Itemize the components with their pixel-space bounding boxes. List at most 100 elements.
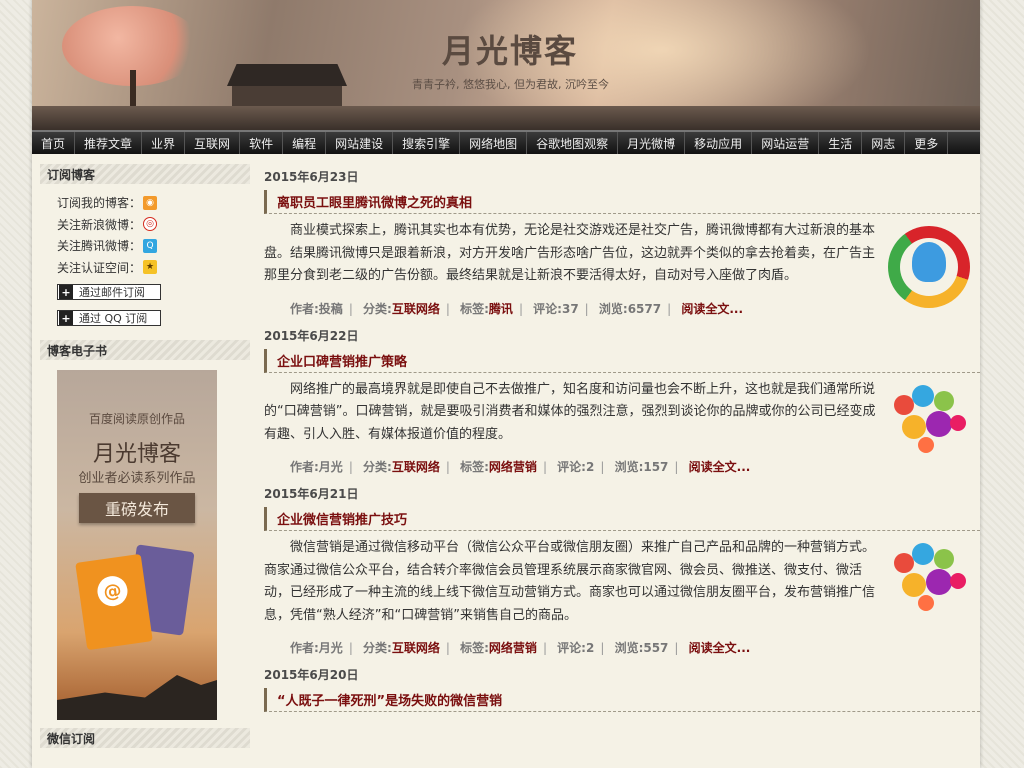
nav-item-mobile-apps[interactable]: 移动应用: [685, 132, 753, 154]
post-title-link[interactable]: 企业口碑营销推广策略: [264, 348, 980, 373]
post-tag-link[interactable]: 网络营销: [489, 641, 537, 655]
post-tag-label: 标签:: [460, 460, 489, 474]
post-category-label: 分类:: [363, 641, 392, 655]
post-title-link[interactable]: 企业微信营销推广技巧: [264, 507, 980, 531]
wechat-box: 微信订阅: [40, 728, 250, 748]
page: 月光博客 青青子衿, 悠悠我心, 但为君故, 沉吟至今 首页 推荐文章 业界 互…: [32, 0, 980, 768]
email-subscribe-label: 通过邮件订阅: [79, 286, 145, 299]
ebook-series: 创业者必读系列作品: [78, 471, 196, 486]
post-meta: 作者:月光 | 分类:互联网络 | 标签:网络营销 | 评论:2 | 浏览:557 | 阅…: [290, 641, 751, 655]
post-tag-label: 标签:: [460, 641, 489, 655]
ebook-card-orange: @: [75, 553, 153, 651]
nav-item-more[interactable]: 更多: [905, 132, 949, 154]
nav-item-search-engine[interactable]: 搜索引擎: [393, 132, 461, 154]
tencent-weibo-icon[interactable]: Q: [143, 238, 158, 253]
post-excerpt: 网络推广的最高境界就是即使自己不去做推广，知名度和访问量也会不断上升，这也就是我…: [264, 379, 980, 453]
site-title[interactable]: 月光博客: [442, 26, 578, 72]
nav-item-industry[interactable]: 业界: [142, 132, 186, 154]
house-illustration: [227, 64, 347, 86]
post: 2015年6月23日 离职员工眼里腾讯微博之死的真相 商业模式探索上，腾讯其实也…: [264, 168, 980, 317]
post-title-link[interactable]: 离职员工眼里腾讯微博之死的真相: [264, 190, 980, 214]
subscribe-heading: 订阅博客: [40, 164, 250, 184]
subscribe-rss-label: 订阅我的博客：: [57, 196, 142, 211]
subscribe-cert-label: 关注认证空间：: [57, 260, 142, 275]
post-category-link[interactable]: 互联网络: [392, 302, 440, 316]
post-views: 浏览:557: [614, 641, 669, 655]
social-bubbles-icon[interactable]: [888, 384, 970, 467]
ebook-cover[interactable]: 百度阅读原创作品 月光博客 创业者必读系列作品 重磅发布 @: [57, 370, 217, 720]
post-tag-link[interactable]: 网络营销: [489, 460, 537, 474]
subscribe-box: 订阅博客 订阅我的博客： ◉ 关注新浪微博： ◎ 关注腾讯微博： Q 关注认证空…: [40, 164, 250, 332]
post-date: 2015年6月21日: [264, 487, 359, 501]
post-list: 2015年6月23日 离职员工眼里腾讯微博之死的真相 商业模式探索上，腾讯其实也…: [264, 164, 980, 756]
subscribe-rss-row[interactable]: 订阅我的博客： ◉: [57, 192, 250, 214]
post-tag-link[interactable]: 腾讯: [489, 302, 513, 316]
post-date: 2015年6月22日: [264, 328, 359, 343]
post-meta: 作者:投稿 | 分类:互联网络 | 标签:腾讯 | 评论:37 | 浏览:6577 | 阅…: [290, 301, 744, 316]
post-category-link[interactable]: 互联网络: [392, 460, 440, 474]
post-category-label: 分类:: [363, 301, 392, 316]
nav-item-software[interactable]: 软件: [240, 132, 284, 154]
post-comments[interactable]: 评论:2: [557, 460, 594, 474]
nav-item-home[interactable]: 首页: [32, 132, 76, 154]
nav-item-site-operations[interactable]: 网站运营: [752, 132, 820, 154]
post-date: 2015年6月20日: [264, 668, 359, 682]
social-bubbles-icon[interactable]: [888, 543, 970, 625]
post: 2015年6月21日 企业微信营销推广技巧 微信营销是通过微信移动平台（微信公众…: [264, 485, 980, 656]
read-more-link[interactable]: 阅读全文...: [689, 641, 751, 655]
nav-item-website-building[interactable]: 网站建设: [326, 132, 394, 154]
certified-space-icon[interactable]: ★: [143, 260, 158, 275]
email-subscribe-button[interactable]: + 通过邮件订阅: [57, 284, 161, 300]
read-more-link[interactable]: 阅读全文...: [689, 460, 751, 474]
post: 2015年6月20日 “人既子一律死刑”是场失败的微信营销: [264, 666, 980, 712]
post-author: 作者:月光: [290, 460, 343, 474]
post-comments[interactable]: 评论:37: [533, 302, 579, 316]
qq-subscribe-button[interactable]: + 通过 QQ 订阅: [57, 310, 161, 326]
nav-item-moonlight-weibo[interactable]: 月光微博: [618, 132, 686, 154]
nav-item-programming[interactable]: 编程: [283, 132, 327, 154]
post-excerpt: 商业模式探索上，腾讯其实也本有优势，无论是社交游戏还是社交广告，腾讯微博都有大过…: [264, 220, 980, 308]
post: 2015年6月22日 企业口碑营销推广策略 网络推广的最高境界就是即使自己不去做…: [264, 327, 980, 476]
post-excerpt-text: 商业模式探索上，腾讯其实也本有优势，无论是社交游戏还是社交广告，腾讯微博都有大过…: [264, 223, 876, 283]
site-subtitle: 青青子衿, 悠悠我心, 但为君故, 沉吟至今: [412, 78, 609, 91]
main-nav: 首页 推荐文章 业界 互联网 软件 编程 网站建设 搜索引擎 网络地图 谷歌地图…: [32, 130, 980, 154]
banner-ground: [32, 106, 980, 130]
post-title-link[interactable]: “人既子一律死刑”是场失败的微信营销: [264, 688, 980, 712]
subscribe-tencent-label: 关注腾讯微博：: [57, 239, 142, 254]
ebook-release-badge: 重磅发布: [79, 493, 195, 523]
rss-icon[interactable]: ◉: [143, 195, 158, 210]
ebook-heading: 博客电子书: [40, 340, 250, 360]
nav-item-recommended[interactable]: 推荐文章: [75, 132, 143, 154]
post-category-label: 分类:: [363, 460, 392, 474]
post-comments[interactable]: 评论:2: [557, 641, 594, 655]
read-more-link[interactable]: 阅读全文...: [681, 302, 743, 316]
tree-trunk: [130, 70, 136, 110]
nav-item-life[interactable]: 生活: [819, 132, 863, 154]
ebook-title: 月光博客: [92, 442, 181, 467]
subscribe-cert-row[interactable]: 关注认证空间： ★: [57, 257, 250, 279]
subscribe-tencent-row[interactable]: 关注腾讯微博： Q: [57, 235, 250, 257]
subscribe-weibo-row[interactable]: 关注新浪微博： ◎: [57, 214, 250, 236]
post-excerpt: 微信营销是通过微信移动平台（微信公众平台或微信朋友圈）来推广自己产品和品牌的一种…: [264, 537, 980, 627]
sidebar: 订阅博客 订阅我的博客： ◉ 关注新浪微博： ◎ 关注腾讯微博： Q 关注认证空…: [40, 164, 250, 756]
qq-subscribe-label: 通过 QQ 订阅: [79, 312, 148, 325]
post-date: 2015年6月23日: [264, 170, 359, 184]
plus-icon: +: [59, 285, 73, 299]
post-meta: 作者:月光 | 分类:互联网络 | 标签:网络营销 | 评论:2 | 浏览:157 | 阅…: [290, 460, 751, 474]
plus-icon: +: [59, 311, 73, 325]
nav-item-web-maps[interactable]: 网络地图: [460, 132, 528, 154]
nav-item-journal[interactable]: 网志: [862, 132, 906, 154]
site-banner: 月光博客 青青子衿, 悠悠我心, 但为君故, 沉吟至今: [32, 0, 980, 130]
weibo-icon[interactable]: ◎: [143, 217, 158, 232]
post-author: 作者:月光: [290, 641, 343, 655]
post-category-link[interactable]: 互联网络: [392, 641, 440, 655]
at-sign-icon: @: [95, 574, 130, 609]
post-author: 作者:投稿: [290, 301, 343, 316]
nav-item-internet[interactable]: 互联网: [185, 132, 241, 154]
ebook-publisher: 百度阅读原创作品: [88, 412, 185, 426]
nav-item-google-maps[interactable]: 谷歌地图观察: [527, 132, 619, 154]
tencent-qq-logo-icon[interactable]: [888, 226, 970, 308]
post-excerpt-text: 微信营销是通过微信移动平台（微信公众平台或微信朋友圈）来推广自己产品和品牌的一种…: [264, 540, 876, 623]
wechat-heading: 微信订阅: [40, 728, 250, 748]
subscribe-weibo-label: 关注新浪微博：: [57, 217, 142, 232]
